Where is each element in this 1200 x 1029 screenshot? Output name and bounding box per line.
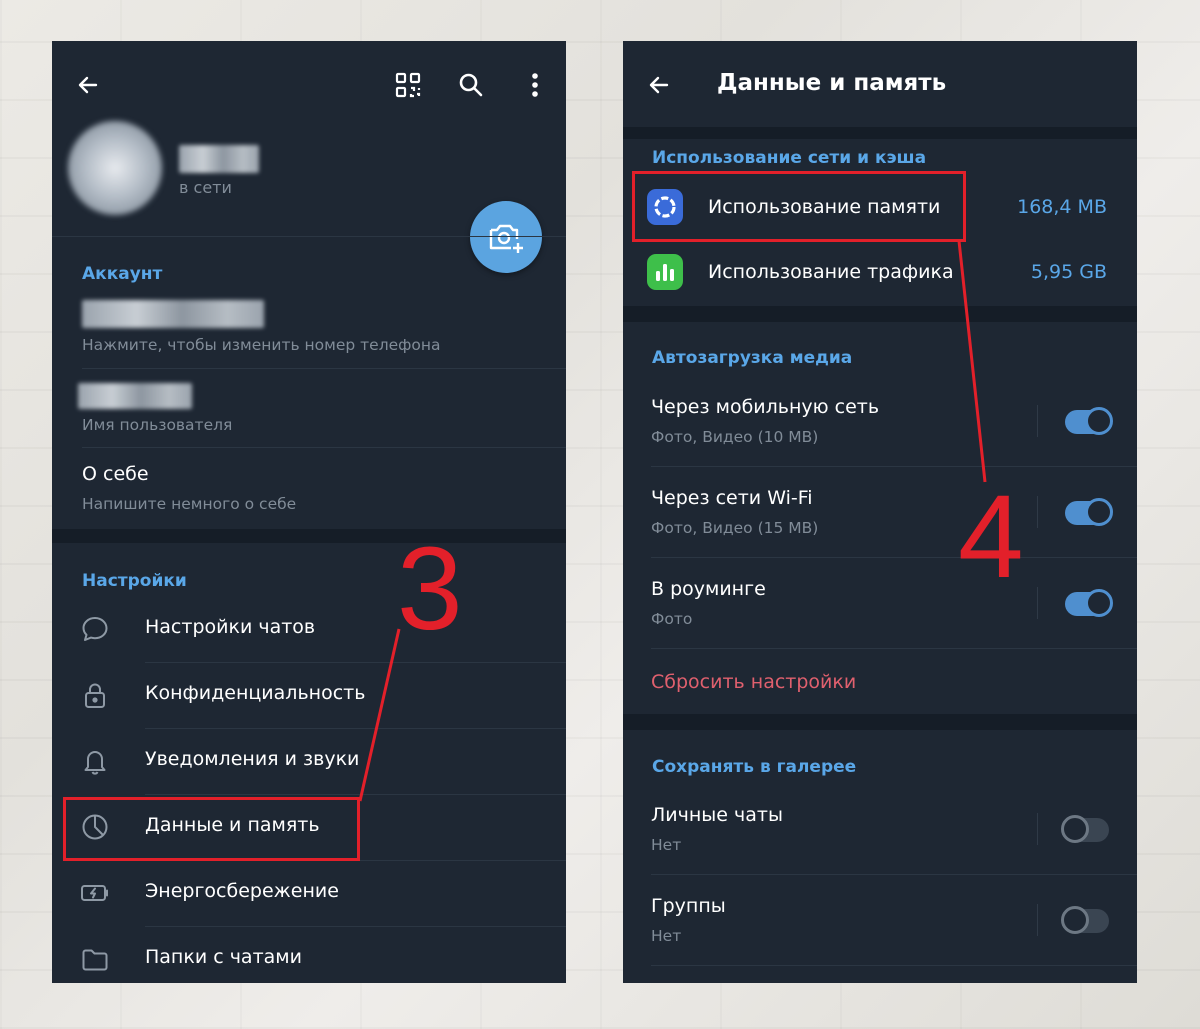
mobile-network-label: Через мобильную сеть: [651, 396, 880, 418]
bio-row[interactable]: О себе Напишите немного о себе: [52, 453, 566, 527]
username-hint: Имя пользователя: [82, 416, 233, 434]
qr-code-icon[interactable]: [392, 69, 424, 101]
roaming-toggle[interactable]: [1065, 589, 1113, 617]
menu-label: Конфиденциальность: [145, 682, 366, 704]
back-arrow-icon[interactable]: [643, 69, 675, 101]
mobile-network-row[interactable]: Через мобильную сеть Фото, Видео (10 MB): [623, 381, 1137, 465]
roaming-sub: Фото: [651, 610, 693, 628]
groups-sub: Нет: [651, 927, 682, 945]
toggle-separator: [1037, 587, 1038, 619]
divider: [651, 648, 1137, 649]
wifi-sub: Фото, Видео (15 MB): [651, 519, 819, 537]
wifi-toggle[interactable]: [1065, 498, 1113, 526]
avatar[interactable]: [68, 121, 162, 215]
username-blurred: [78, 383, 192, 409]
private-chats-toggle[interactable]: [1061, 815, 1109, 843]
traffic-usage-value: 5,95 GB: [1030, 261, 1107, 283]
private-chats-label: Личные чаты: [651, 804, 783, 826]
wifi-row[interactable]: Через сети Wi-Fi Фото, Видео (15 MB): [623, 472, 1137, 556]
settings-screen: в сети Аккаунт Нажмите, чтобы изменить н…: [52, 41, 566, 983]
search-icon[interactable]: [455, 69, 487, 101]
data-storage-screen: Данные и память Использование сети и кэш…: [623, 41, 1137, 983]
roaming-label: В роуминге: [651, 578, 766, 600]
traffic-usage-row[interactable]: Использование трафика 5,95 GB: [623, 240, 1137, 304]
camera-add-icon: [489, 224, 523, 253]
divider: [82, 447, 566, 448]
traffic-usage-label: Использование трафика: [708, 261, 954, 283]
chat-bubble-icon: [78, 612, 112, 646]
section-separator: [623, 714, 1137, 730]
divider: [651, 557, 1137, 558]
folder-icon: [78, 942, 112, 976]
profile-divider: [52, 236, 566, 237]
battery-icon: [78, 876, 112, 910]
menu-privacy[interactable]: Конфиденциальность: [52, 663, 566, 727]
annotation-number-4: 4: [958, 471, 1024, 603]
section-separator: [623, 127, 1137, 139]
divider: [82, 368, 566, 369]
wifi-label: Через сети Wi-Fi: [651, 487, 813, 509]
menu-label: Энергосбережение: [145, 880, 339, 902]
section-separator: [52, 529, 566, 543]
menu-label: Настройки чатов: [145, 616, 316, 638]
bell-icon: [78, 744, 112, 778]
screen-title: Данные и память: [717, 70, 947, 96]
account-section-title: Аккаунт: [82, 264, 163, 284]
profile-name-blurred: [179, 145, 259, 173]
menu-notifications[interactable]: Уведомления и звуки: [52, 729, 566, 793]
private-chats-sub: Нет: [651, 836, 682, 854]
divider: [651, 466, 1137, 467]
phone-hint: Нажмите, чтобы изменить номер телефона: [82, 336, 441, 354]
phone-number-blurred: [82, 300, 264, 328]
toggle-separator: [1037, 496, 1038, 528]
highlight-box: [63, 797, 360, 861]
menu-chat-settings[interactable]: Настройки чатов: [52, 597, 566, 661]
bio-hint: Напишите немного о себе: [82, 495, 297, 513]
mobile-network-toggle[interactable]: [1065, 407, 1113, 435]
menu-label: Уведомления и звуки: [145, 748, 360, 770]
gallery-section-title: Сохранять в галерее: [652, 757, 857, 777]
more-vertical-icon[interactable]: [519, 69, 551, 101]
divider: [651, 965, 1137, 966]
settings-section-title: Настройки: [82, 571, 187, 591]
usage-section-title: Использование сети и кэша: [652, 148, 927, 168]
bio-title: О себе: [82, 463, 149, 485]
highlight-box: [632, 171, 966, 242]
divider: [651, 874, 1137, 875]
phone-number-row[interactable]: Нажмите, чтобы изменить номер телефона: [52, 294, 566, 368]
annotation-connector: [957, 240, 987, 483]
private-chats-row[interactable]: Личные чаты Нет: [623, 789, 1137, 873]
roaming-row[interactable]: В роуминге Фото: [623, 563, 1137, 647]
annotation-connector: [358, 628, 401, 802]
groups-label: Группы: [651, 895, 726, 917]
menu-label: Папки с чатами: [145, 946, 302, 968]
traffic-usage-icon: [647, 254, 683, 290]
reset-settings-button[interactable]: Сбросить настройки: [651, 671, 856, 693]
menu-chat-folders[interactable]: Папки с чатами: [52, 927, 566, 983]
username-row[interactable]: Имя пользователя: [52, 374, 566, 448]
autodownload-section-title: Автозагрузка медиа: [652, 348, 853, 368]
toggle-separator: [1037, 904, 1038, 936]
toggle-separator: [1037, 405, 1038, 437]
storage-usage-value: 168,4 MB: [1017, 196, 1107, 218]
online-status: в сети: [179, 178, 232, 197]
toggle-separator: [1037, 813, 1038, 845]
lock-icon: [78, 678, 112, 712]
mobile-network-sub: Фото, Видео (10 MB): [651, 428, 819, 446]
set-photo-button[interactable]: [470, 201, 542, 273]
back-arrow-icon[interactable]: [72, 69, 104, 101]
section-separator: [623, 306, 1137, 322]
menu-power-saving[interactable]: Энергосбережение: [52, 861, 566, 925]
groups-row[interactable]: Группы Нет: [623, 880, 1137, 964]
groups-toggle[interactable]: [1061, 906, 1109, 934]
